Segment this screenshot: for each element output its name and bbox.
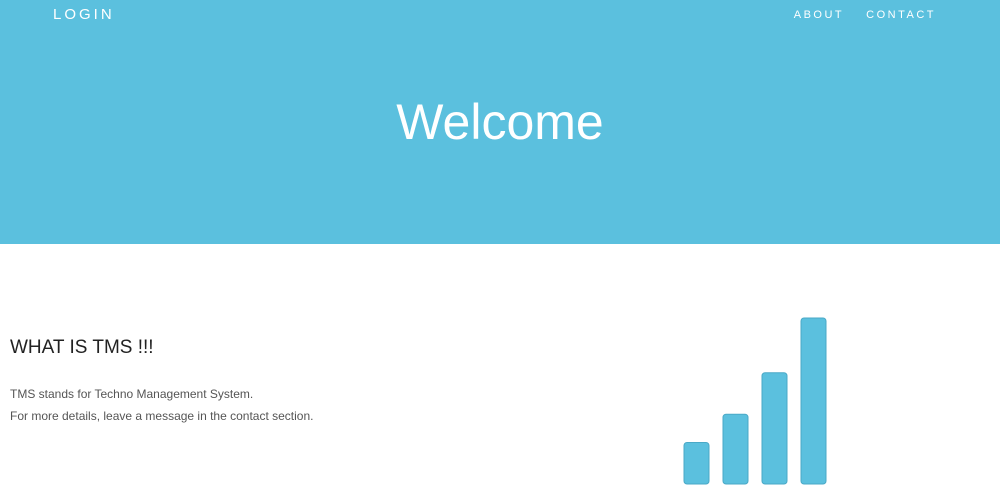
- bar-icon-bar: [683, 442, 710, 485]
- bar-icon-bar: [722, 413, 749, 485]
- bar-chart-icon: [683, 317, 827, 485]
- about-section: WHAT IS TMS !!! TMS stands for Techno Ma…: [0, 244, 1000, 500]
- login-link[interactable]: LOGIN: [53, 6, 115, 24]
- nav-link-about[interactable]: ABOUT: [794, 8, 844, 22]
- top-nav: ABOUT CONTACT: [794, 8, 936, 22]
- bar-icon-bar: [761, 372, 788, 485]
- nav-link-contact[interactable]: CONTACT: [866, 8, 936, 22]
- hero-section: LOGIN ABOUT CONTACT Welcome: [0, 0, 1000, 244]
- bar-icon-bar: [800, 317, 827, 485]
- description-line: For more details, leave a message in the…: [10, 409, 314, 423]
- description-line: TMS stands for Techno Management System.: [10, 387, 254, 401]
- section-title: WHAT IS TMS !!!: [10, 337, 154, 358]
- hero-title: Welcome: [396, 94, 604, 150]
